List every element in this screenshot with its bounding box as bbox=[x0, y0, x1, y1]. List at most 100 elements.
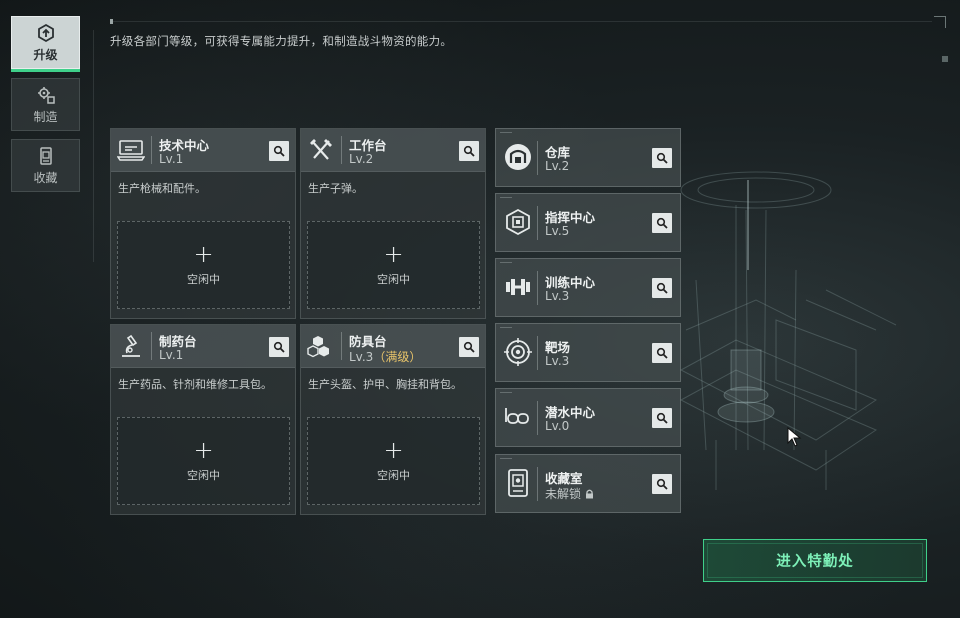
production-slot[interactable]: + 空闲中 bbox=[307, 417, 480, 505]
card-separator bbox=[341, 332, 342, 360]
inspect-button[interactable] bbox=[652, 148, 672, 168]
nav-upgrade[interactable]: 升级 bbox=[11, 16, 80, 69]
diving-mask-icon bbox=[505, 408, 529, 424]
facility-level: Lv.3 bbox=[545, 289, 570, 303]
workbench-tools-icon bbox=[310, 139, 332, 160]
collection-icon bbox=[39, 146, 52, 165]
inspect-button[interactable] bbox=[652, 213, 672, 233]
facility-shooting-range[interactable]: 靶场 Lv.3 bbox=[495, 323, 681, 382]
facility-command-center[interactable]: 指挥中心 Lv.5 bbox=[495, 193, 681, 252]
facility-diving-center[interactable]: 潜水中心 Lv.0 bbox=[495, 388, 681, 447]
magnifier-icon bbox=[656, 152, 668, 164]
card-separator bbox=[151, 136, 152, 164]
department-description: 生产药品、针剂和维修工具包。 bbox=[118, 378, 272, 391]
page-description: 升级各部门等级，可获得专属能力提升，和制造战斗物资的能力。 bbox=[110, 34, 453, 48]
warehouse-icon bbox=[505, 144, 531, 170]
facility-training-center[interactable]: 训练中心 Lv.3 bbox=[495, 258, 681, 317]
mouse-cursor bbox=[787, 427, 802, 447]
facility-separator bbox=[537, 271, 538, 305]
facility-warehouse[interactable]: 仓库 Lv.2 bbox=[495, 128, 681, 187]
department-description: 生产子弹。 bbox=[308, 182, 363, 195]
magnifier-icon bbox=[656, 282, 668, 294]
inspect-button[interactable] bbox=[459, 141, 479, 161]
level-value: Lv.3 bbox=[349, 350, 374, 364]
card-separator bbox=[151, 332, 152, 360]
nav-label: 制造 bbox=[33, 109, 58, 124]
magnifier-icon bbox=[273, 145, 285, 157]
collection-room-icon bbox=[508, 469, 528, 497]
slot-status: 空闲中 bbox=[377, 273, 410, 286]
slot-status: 空闲中 bbox=[377, 469, 410, 482]
level-value: Lv.2 bbox=[349, 152, 374, 166]
nav-craft[interactable]: 制造 bbox=[11, 78, 80, 131]
level-value: Lv.1 bbox=[159, 152, 184, 166]
lock-status: 未解锁 bbox=[545, 487, 582, 501]
dumbbell-icon bbox=[506, 279, 530, 295]
department-card-tech-center: 技术中心 Lv.1 生产枪械和配件。 + 空闲中 bbox=[110, 128, 296, 319]
department-level: Lv.1 bbox=[159, 152, 183, 166]
inspect-button[interactable] bbox=[269, 337, 289, 357]
facility-hologram bbox=[679, 171, 897, 490]
department-description: 生产枪械和配件。 bbox=[118, 182, 206, 195]
magnifier-icon bbox=[656, 478, 668, 490]
nav-label: 升级 bbox=[33, 47, 58, 62]
magnifier-icon bbox=[463, 145, 475, 157]
plus-icon: + bbox=[193, 436, 214, 464]
inspect-button[interactable] bbox=[652, 474, 672, 494]
enter-button-label: 进入特勤处 bbox=[776, 554, 854, 570]
armor-cubes-icon bbox=[307, 336, 329, 358]
inspect-button[interactable] bbox=[652, 278, 672, 298]
department-level: Lv.3（满级） bbox=[349, 348, 421, 365]
top-divider bbox=[110, 19, 932, 24]
inspect-button[interactable] bbox=[459, 337, 479, 357]
upgrade-icon bbox=[37, 23, 54, 42]
plus-icon: + bbox=[383, 436, 404, 464]
plus-icon: + bbox=[383, 240, 404, 268]
card-header: 制药台 Lv.1 bbox=[111, 325, 295, 368]
inspect-button[interactable] bbox=[652, 343, 672, 363]
corner-decoration bbox=[934, 16, 946, 28]
nav-active-indicator bbox=[11, 69, 80, 72]
magnifier-icon bbox=[656, 347, 668, 359]
enter-special-ops-button[interactable]: 进入特勤处 bbox=[703, 539, 927, 582]
nav-label: 收藏 bbox=[33, 170, 58, 185]
max-level-badge: （满级） bbox=[373, 350, 422, 364]
facility-separator bbox=[537, 401, 538, 435]
magnifier-icon bbox=[656, 412, 668, 424]
craft-gears-icon bbox=[37, 86, 55, 104]
slot-status: 空闲中 bbox=[187, 273, 220, 286]
facility-level: Lv.2 bbox=[545, 159, 570, 173]
lock-icon bbox=[586, 489, 594, 499]
department-card-workbench: 工作台 Lv.2 生产子弹。 + 空闲中 bbox=[300, 128, 486, 319]
facility-collection-room[interactable]: 收藏室 未解锁 bbox=[495, 454, 681, 513]
magnifier-icon bbox=[463, 341, 475, 353]
slot-status: 空闲中 bbox=[187, 469, 220, 482]
facility-level: Lv.5 bbox=[545, 224, 570, 238]
production-slot[interactable]: + 空闲中 bbox=[117, 417, 290, 505]
facility-level: Lv.3 bbox=[545, 354, 570, 368]
facility-separator bbox=[537, 141, 538, 175]
facility-separator bbox=[537, 467, 538, 501]
facility-separator bbox=[537, 206, 538, 240]
inspect-button[interactable] bbox=[269, 141, 289, 161]
nav-divider bbox=[93, 30, 94, 262]
nav-collection[interactable]: 收藏 bbox=[11, 139, 80, 192]
magnifier-icon bbox=[656, 217, 668, 229]
corner-decoration bbox=[942, 56, 948, 62]
magnifier-icon bbox=[273, 341, 285, 353]
production-slot[interactable]: + 空闲中 bbox=[307, 221, 480, 309]
inspect-button[interactable] bbox=[652, 408, 672, 428]
department-card-pharmacy: 制药台 Lv.1 生产药品、针剂和维修工具包。 + 空闲中 bbox=[110, 324, 296, 515]
facility-separator bbox=[537, 336, 538, 370]
target-icon bbox=[504, 338, 532, 366]
department-level: Lv.2 bbox=[349, 152, 373, 166]
department-level: Lv.1 bbox=[159, 348, 183, 362]
department-description: 生产头盔、护甲、胸挂和背包。 bbox=[308, 378, 462, 391]
card-separator bbox=[341, 136, 342, 164]
level-value: Lv.1 bbox=[159, 348, 184, 362]
plus-icon: + bbox=[193, 240, 214, 268]
microscope-icon bbox=[122, 334, 140, 357]
production-slot[interactable]: + 空闲中 bbox=[117, 221, 290, 309]
card-header: 技术中心 Lv.1 bbox=[111, 129, 295, 172]
card-header: 防具台 Lv.3（满级） bbox=[301, 325, 485, 368]
